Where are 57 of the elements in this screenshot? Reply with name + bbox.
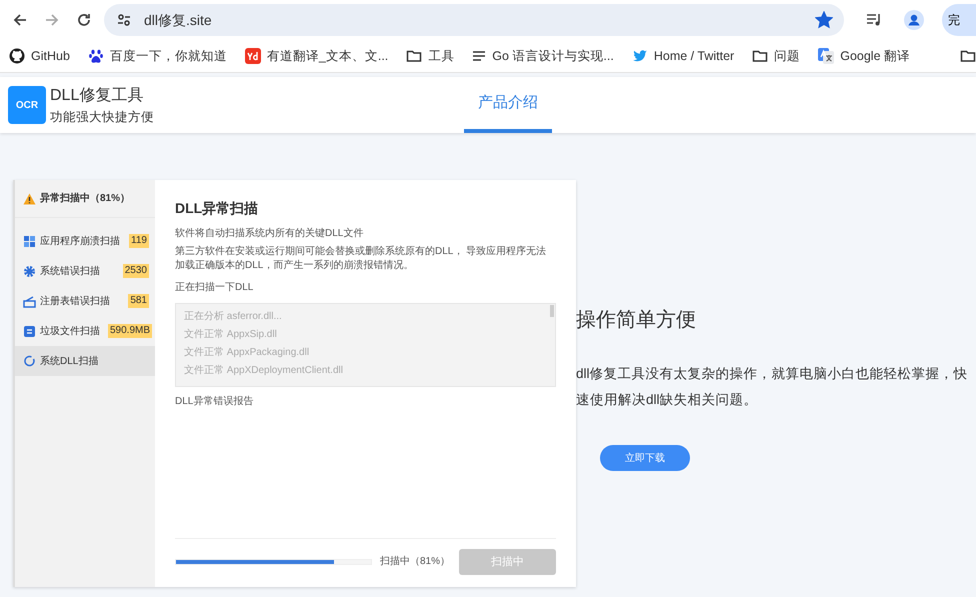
reload-icon: [76, 12, 92, 28]
bookmark-link[interactable]: Go 语言设计与实现...: [463, 46, 623, 66]
log-line: 文件正常 AppXDeploymentClient.dll: [184, 364, 344, 378]
progress-reading: 扫描中（81%）: [380, 555, 450, 569]
address-bar[interactable]: dll修复.site: [104, 4, 844, 36]
warning-icon: [23, 192, 36, 204]
profile-avatar-button[interactable]: [902, 8, 926, 32]
count-badge: 2530: [122, 264, 149, 278]
sidebar-item[interactable]: 垃圾文件扫描 590.9MB: [15, 316, 155, 346]
paw-icon: [88, 48, 104, 64]
count-badge: 581: [128, 294, 149, 308]
cat-logo-icon: [9, 48, 25, 64]
bookmark-link[interactable]: Home / Twitter: [622, 46, 744, 66]
log-line: 文件正常 AppxPackaging.dll: [184, 346, 310, 360]
bookmark-link[interactable]: GitHub: [0, 46, 79, 66]
bookmark-link[interactable]: Google 翻译: [809, 46, 919, 66]
bookmark-link[interactable]: 有道翻译_文本、文...: [236, 46, 398, 66]
scan-status-heading: 异常扫描中（81%）: [40, 192, 130, 206]
nav-tab[interactable]: 产品介绍: [464, 77, 552, 133]
sidebar-item[interactable]: 系统错误扫描 2530: [15, 256, 155, 286]
bookmark-link[interactable]: 问题: [743, 46, 810, 66]
count-badge: 590.9MB: [108, 324, 152, 338]
bookmark-link[interactable]: 百度一下，你就知道: [78, 46, 236, 66]
lines-icon: [472, 49, 486, 63]
back-arrow-icon: [12, 12, 28, 28]
sidebar-item[interactable]: 系统DLL扫描: [15, 346, 155, 376]
url-text[interactable]: dll修复.site: [144, 10, 212, 30]
yd-logo-icon: [244, 48, 261, 64]
square-list-icon: [23, 324, 36, 338]
count-badge: 119: [129, 234, 149, 248]
folder-icon: [406, 48, 422, 64]
panel-title: DLL异常扫描: [175, 199, 260, 218]
router-icon: [23, 294, 36, 308]
bird-icon: [632, 48, 648, 64]
gear-icon: [23, 264, 36, 278]
folder-icon: [960, 48, 976, 64]
bookmark-link[interactable]: 工具: [397, 46, 464, 66]
person-icon: [904, 10, 924, 30]
intro-text: 软件将自动扫描系统内所有的关键DLL文件: [175, 227, 364, 241]
log-line: 正在分析 asferror.dll...: [184, 310, 283, 324]
site-title: DLL修复工具: [50, 86, 144, 106]
translate-icon: [818, 48, 834, 64]
site-subtitle: 功能强大快捷方便: [50, 108, 154, 126]
profile-button[interactable]: 完: [942, 4, 976, 36]
scan-label: 正在扫描一下DLL: [175, 281, 254, 295]
feature-title: 操作简单方便: [576, 308, 697, 333]
feature-description: dll修复工具没有太复杂的操作，就算电脑小白也能轻松掌握，快速使用解决dll缺失相关问题。: [576, 365, 969, 409]
log-line: 文件正常 AppxSip.dll: [184, 328, 278, 342]
report-label: DLL异常错误报告: [175, 395, 254, 409]
description-text: 第三方软件在安装或运行期间可能会替换或删除系统原有的DLL， 导致应用程序无法加载正确版本的DLL，而产生一系列的崩溃报错情况。: [175, 245, 548, 273]
sliders-icon: [116, 12, 132, 28]
sidebar-item[interactable]: 应用程序崩溃扫描 119: [15, 226, 155, 256]
folder-icon: [752, 48, 768, 64]
grid-icon: [23, 234, 36, 248]
forward-arrow-icon: [44, 12, 60, 28]
sidebar-item[interactable]: 注册表错误扫描 581: [15, 286, 155, 316]
logo-badge: OCR: [8, 86, 46, 124]
